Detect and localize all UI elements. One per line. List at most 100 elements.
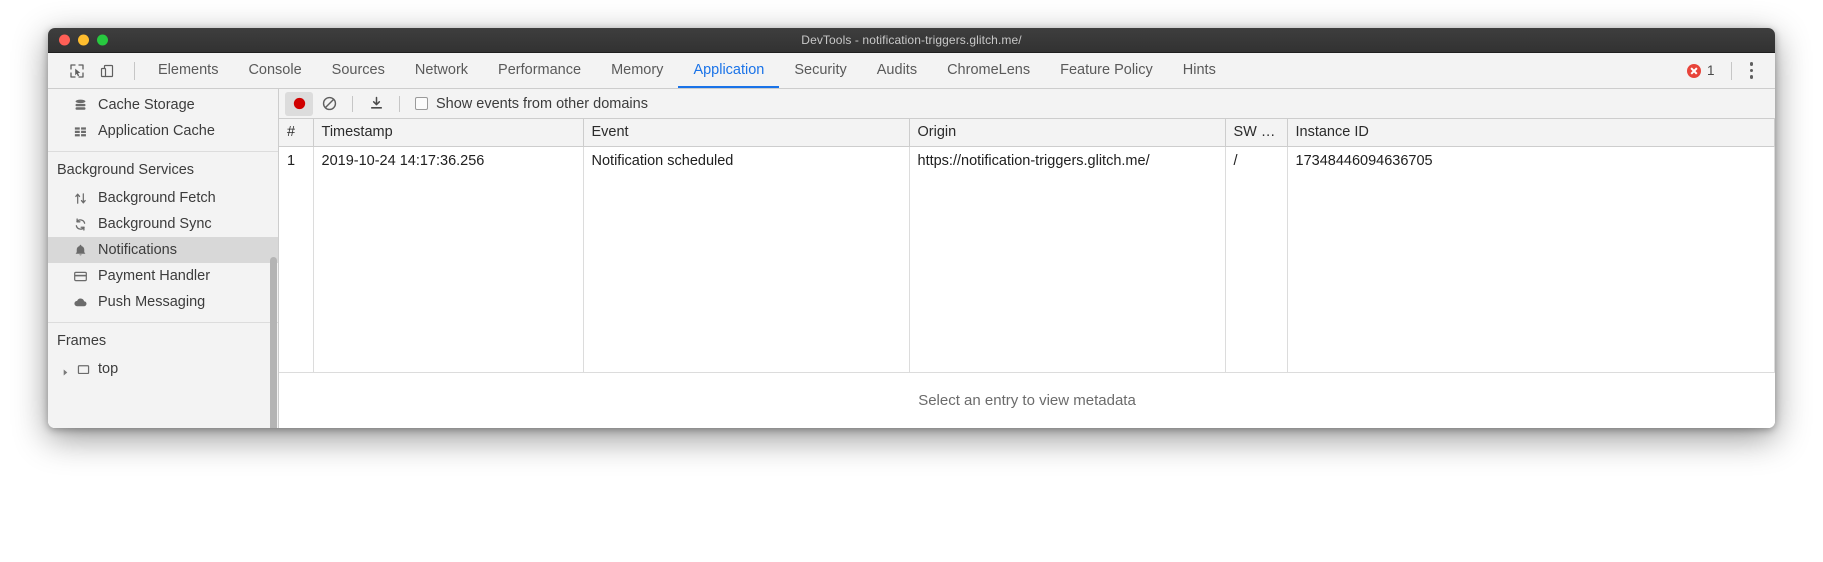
toolbar-divider-2 xyxy=(399,95,400,112)
column-header-event[interactable]: Event xyxy=(583,119,910,147)
error-circle-x-icon xyxy=(1686,63,1701,78)
tab-security[interactable]: Security xyxy=(779,53,861,88)
column-header-index[interactable]: # xyxy=(279,119,314,147)
sidebar-item-label: Background Sync xyxy=(98,215,212,232)
tab-label: Console xyxy=(248,61,302,78)
sidebar-item-push-messaging[interactable]: Push Messaging xyxy=(48,289,278,315)
export-button[interactable] xyxy=(362,92,390,116)
cell-event: Notification scheduled xyxy=(583,146,910,176)
column-header-sw[interactable]: SW … xyxy=(1225,119,1288,147)
sidebar-divider-1 xyxy=(48,151,278,152)
device-toolbar-icon[interactable] xyxy=(94,58,120,84)
inspect-element-icon[interactable] xyxy=(64,58,90,84)
sidebar-item-application-cache[interactable]: Application Cache xyxy=(48,118,278,144)
tab-label: Elements xyxy=(158,61,219,78)
frame-icon xyxy=(75,361,92,378)
tab-label: Application xyxy=(693,61,765,78)
filler-cell xyxy=(1287,176,1775,373)
tab-chromelens[interactable]: ChromeLens xyxy=(932,53,1045,88)
tab-performance[interactable]: Performance xyxy=(483,53,596,88)
sidebar-item-notifications[interactable]: Notifications xyxy=(48,237,278,263)
table-header-row: # Timestamp Event Origin SW … Instance I… xyxy=(279,119,1775,147)
application-sidebar: Cache Storage Application Cache Backgrou… xyxy=(48,89,279,428)
tab-elements[interactable]: Elements xyxy=(143,53,233,88)
zoom-window-button[interactable] xyxy=(97,34,108,46)
sidebar-item-background-sync[interactable]: Background Sync xyxy=(48,211,278,237)
tab-feature-policy[interactable]: Feature Policy xyxy=(1045,53,1168,88)
tab-label: Memory xyxy=(611,61,664,78)
events-grid-wrapper: # Timestamp Event Origin SW … Instance I… xyxy=(279,119,1775,428)
tab-sources[interactable]: Sources xyxy=(317,53,400,88)
toolbar-divider-1 xyxy=(352,95,353,112)
grid-icon xyxy=(72,123,89,140)
sidebar-item-label: top xyxy=(98,360,119,377)
sidebar-item-label: Application Cache xyxy=(98,122,215,139)
tab-label: Security xyxy=(794,61,847,78)
tab-application[interactable]: Application xyxy=(678,53,780,88)
window-titlebar: DevTools - notification-triggers.glitch.… xyxy=(48,28,1775,53)
tabstrip-right-controls: 1 xyxy=(1679,53,1775,88)
cell-index: 1 xyxy=(279,146,314,176)
filler-cell xyxy=(909,176,1226,373)
tab-label: Hints xyxy=(1182,61,1216,78)
tab-label: Feature Policy xyxy=(1060,61,1153,78)
traffic-light-buttons xyxy=(59,34,108,46)
column-header-origin[interactable]: Origin xyxy=(909,119,1226,147)
events-table: # Timestamp Event Origin SW … Instance I… xyxy=(279,119,1775,373)
cloud-icon xyxy=(72,294,89,311)
sidebar-item-cache-storage[interactable]: Cache Storage xyxy=(48,92,278,118)
bell-icon xyxy=(72,242,89,259)
database-icon xyxy=(72,97,89,114)
sync-icon xyxy=(72,216,89,233)
tabstrip-right-divider xyxy=(1730,61,1732,80)
table-row[interactable]: 1 2019-10-24 14:17:36.256 Notification s… xyxy=(279,146,1775,176)
sidebar-item-label: Cache Storage xyxy=(98,96,195,113)
minimize-window-button[interactable] xyxy=(78,34,89,46)
sidebar-item-payment-handler[interactable]: Payment Handler xyxy=(48,263,278,289)
tab-label: Audits xyxy=(876,61,918,78)
events-table-head: # Timestamp Event Origin SW … Instance I… xyxy=(279,119,1775,147)
events-table-body: 1 2019-10-24 14:17:36.256 Notification s… xyxy=(279,146,1775,373)
sidebar-item-label: Background Fetch xyxy=(98,189,216,206)
show-other-domains-checkbox-wrap[interactable]: Show events from other domains xyxy=(415,96,648,112)
devtools-window: DevTools - notification-triggers.glitch.… xyxy=(48,28,1775,428)
window-title: DevTools - notification-triggers.glitch.… xyxy=(801,33,1022,47)
tab-console[interactable]: Console xyxy=(233,53,316,88)
cell-timestamp: 2019-10-24 14:17:36.256 xyxy=(313,146,584,176)
column-header-timestamp[interactable]: Timestamp xyxy=(313,119,584,147)
tab-memory[interactable]: Memory xyxy=(596,53,678,88)
more-vertical-icon[interactable] xyxy=(1740,56,1764,85)
tab-label: Performance xyxy=(498,61,582,78)
chevron-right-icon[interactable] xyxy=(61,365,70,376)
notifications-toolbar: Show events from other domains xyxy=(279,89,1775,119)
sidebar-item-frame-top[interactable]: top xyxy=(48,356,278,382)
sidebar-group-label: Frames xyxy=(57,333,107,349)
tab-label: Network xyxy=(414,61,469,78)
tab-hints[interactable]: Hints xyxy=(1168,53,1231,88)
screenshot-root: DevTools - notification-triggers.glitch.… xyxy=(0,0,1823,562)
sidebar-divider-2 xyxy=(48,322,278,323)
tab-label: Sources xyxy=(331,61,385,78)
sidebar-item-label: Push Messaging xyxy=(98,293,206,310)
show-other-domains-label: Show events from other domains xyxy=(436,95,648,112)
sidebar-group-frames: Frames xyxy=(48,326,278,356)
cell-sw: / xyxy=(1225,146,1288,176)
column-header-instance-id[interactable]: Instance ID xyxy=(1287,119,1775,147)
filler-cell xyxy=(279,176,314,373)
close-window-button[interactable] xyxy=(59,34,70,46)
sidebar-item-background-fetch[interactable]: Background Fetch xyxy=(48,185,278,211)
devtools-tabstrip: Elements Console Sources Network Perform… xyxy=(48,53,1775,89)
tab-network[interactable]: Network xyxy=(400,53,483,88)
error-count-badge[interactable]: 1 xyxy=(1679,63,1723,78)
clear-button[interactable] xyxy=(315,92,343,116)
tab-audits[interactable]: Audits xyxy=(862,53,932,88)
notifications-panel: Show events from other domains # Timesta… xyxy=(279,89,1775,428)
filler-cell xyxy=(1225,176,1288,373)
tabstrip-tool-icons xyxy=(58,53,126,88)
record-button[interactable] xyxy=(285,91,313,116)
sidebar-item-label: Payment Handler xyxy=(98,267,211,284)
arrows-up-down-icon xyxy=(72,190,89,207)
sidebar-scrollbar[interactable] xyxy=(270,257,277,428)
devtools-body: Cache Storage Application Cache Backgrou… xyxy=(48,89,1775,428)
show-other-domains-checkbox[interactable] xyxy=(415,97,428,110)
